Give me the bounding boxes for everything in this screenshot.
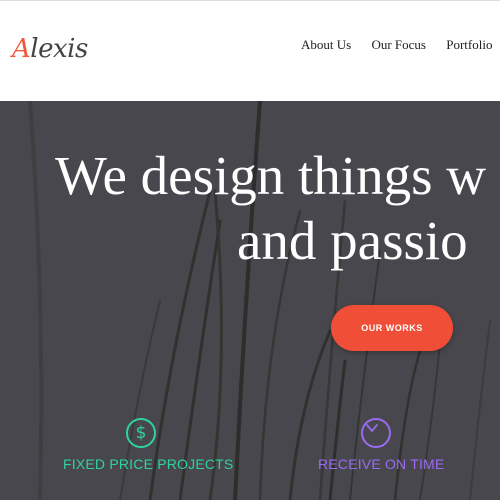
dollar-icon: $ [126, 418, 156, 448]
nav-item-portfolio[interactable]: Portfolio [446, 37, 492, 52]
hero-headline-line-2: and passio [237, 210, 468, 271]
hero-section: We design things w and passio OUR WORKS … [0, 101, 500, 500]
logo-initial: A [12, 34, 31, 64]
main-nav: About Us Our Focus Portfolio C [301, 37, 500, 53]
nav-item-about-us[interactable]: About Us [301, 37, 351, 52]
hero-headline-line-1: We design things w [55, 145, 486, 206]
nav-item-our-focus[interactable]: Our Focus [371, 37, 426, 52]
site-header: Alexis About Us Our Focus Portfolio C [0, 0, 500, 101]
feature-receive-on-time: RECEIVE ON TIME [318, 456, 445, 472]
our-works-button[interactable]: OUR WORKS [331, 305, 453, 351]
logo-text: lexis [30, 34, 88, 64]
feature-fixed-price: FIXED PRICE PROJECTS [63, 456, 234, 472]
clock-icon [361, 418, 391, 448]
logo[interactable]: Alexis [12, 34, 88, 64]
